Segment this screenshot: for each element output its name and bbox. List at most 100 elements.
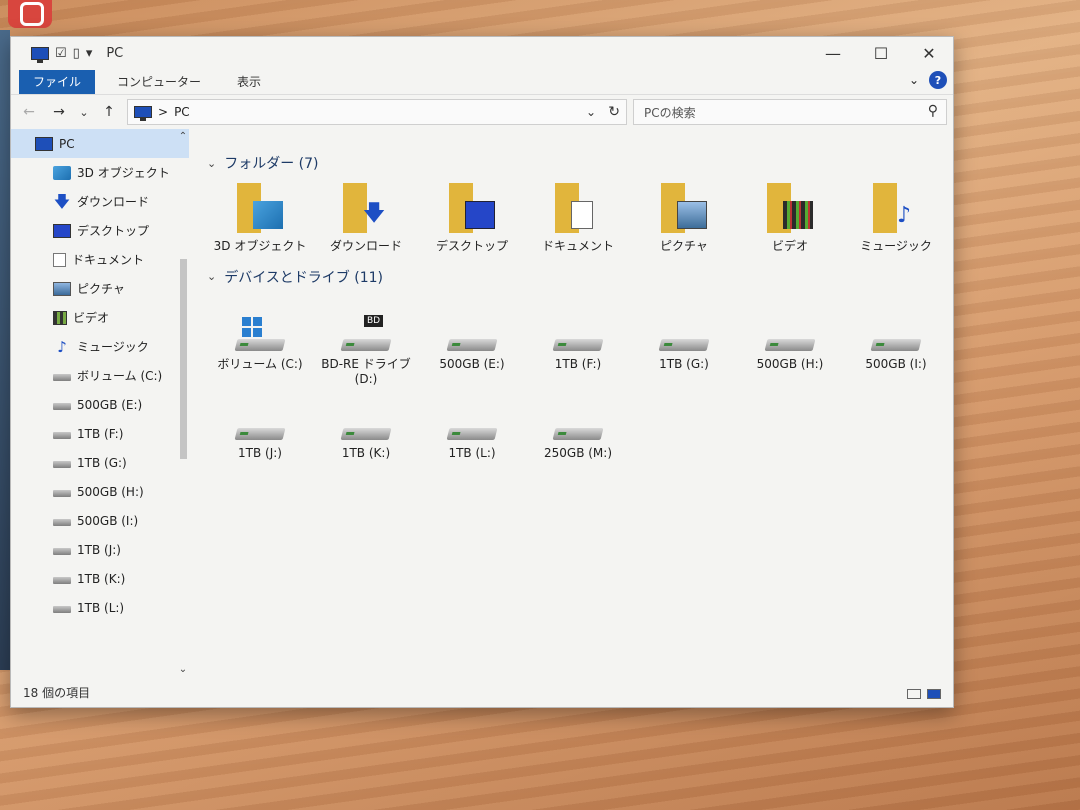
folder-downloads[interactable]: 🡇 ダウンロード xyxy=(313,183,419,255)
forward-button[interactable]: → xyxy=(47,100,71,124)
sidebar-item-label: 500GB (E:) xyxy=(77,397,143,412)
chevron-down-icon: ⌄ xyxy=(207,156,217,170)
drive-l[interactable]: 1TB (L:) xyxy=(419,404,525,462)
navigation-bar: ← → ⌄ ↑ > PC ⌄ ↻ PCの検索 ⚲ xyxy=(11,95,953,129)
tab-file[interactable]: ファイル xyxy=(19,69,96,94)
video-icon xyxy=(53,310,67,325)
drive-f[interactable]: 1TB (F:) xyxy=(525,315,631,388)
drive-icon xyxy=(53,461,71,468)
sidebar-item-drive-e[interactable]: 500GB (E:) xyxy=(11,390,189,419)
bd-drive-icon: BD xyxy=(340,314,392,355)
3d-objects-icon xyxy=(253,201,283,229)
new-folder-icon[interactable]: ▯ xyxy=(73,46,80,61)
sidebar-item-label: デスクトップ xyxy=(77,224,150,238)
drive-g[interactable]: 1TB (G:) xyxy=(631,315,737,388)
folders-group-header[interactable]: ⌄ フォルダー (7) xyxy=(207,149,953,177)
drive-label: 1TB (K:) xyxy=(341,445,391,460)
sidebar-item-label: ダウンロード xyxy=(77,195,150,209)
sidebar-item-drive-g[interactable]: 1TB (G:) xyxy=(11,448,189,477)
large-icons-view-icon[interactable] xyxy=(927,689,941,699)
address-bar[interactable]: > PC ⌄ ↻ xyxy=(127,99,627,125)
sidebar-item-pictures[interactable]: ピクチャ xyxy=(11,274,189,303)
breadcrumb-pc[interactable]: PC xyxy=(174,105,190,119)
folder-label: ビデオ xyxy=(771,239,808,253)
properties-icon[interactable]: ☑ xyxy=(55,46,67,61)
sidebar-item-drive-c[interactable]: ボリューム (C:) xyxy=(11,361,189,390)
drive-m[interactable]: 250GB (M:) xyxy=(525,404,631,462)
drive-icon xyxy=(53,577,71,584)
music-icon: ♪ xyxy=(57,337,67,356)
title-bar[interactable]: ☑ ▯ ▾ PC — ☐ ✕ xyxy=(11,37,953,69)
item-count: 18 個の項目 xyxy=(23,685,91,700)
drive-icon xyxy=(53,490,71,497)
drive-c[interactable]: ボリューム (C:) xyxy=(207,315,313,388)
drive-h[interactable]: 500GB (H:) xyxy=(737,315,843,388)
drive-label: ボリューム (C:) xyxy=(217,356,303,371)
expand-ribbon-icon[interactable]: ⌄ xyxy=(909,73,919,87)
folder-pictures[interactable]: ピクチャ xyxy=(631,183,737,255)
sidebar-item-label: ボリューム (C:) xyxy=(77,369,163,383)
drive-e[interactable]: 500GB (E:) xyxy=(419,315,525,388)
drive-d-bd[interactable]: BD BD-RE ドライブ (D:) xyxy=(313,314,419,388)
folder-3d-objects[interactable]: 3D オブジェクト xyxy=(207,183,313,255)
search-placeholder: PCの検索 xyxy=(644,105,696,120)
scroll-down-icon[interactable]: ⌄ xyxy=(177,664,189,675)
maximize-button[interactable]: ☐ xyxy=(857,37,905,69)
drives-group-header[interactable]: ⌄ デバイスとドライブ (11) xyxy=(207,263,953,291)
address-dropdown-icon[interactable]: ⌄ xyxy=(586,105,596,119)
drive-icon xyxy=(53,432,71,439)
drive-icon xyxy=(234,315,286,355)
sidebar-item-3d-objects[interactable]: 3D オブジェクト xyxy=(11,158,189,187)
folder-label: ミュージック xyxy=(860,239,932,253)
breadcrumb-separator[interactable]: > xyxy=(158,105,168,119)
sidebar-item-drive-j[interactable]: 1TB (J:) xyxy=(11,535,189,564)
search-icon[interactable]: ⚲ xyxy=(928,103,938,119)
drive-j[interactable]: 1TB (J:) xyxy=(207,404,313,462)
scroll-up-icon[interactable]: ⌃ xyxy=(177,131,189,142)
folder-videos[interactable]: ビデオ xyxy=(737,183,843,255)
sidebar-item-drive-i[interactable]: 500GB (I:) xyxy=(11,506,189,535)
minimize-button[interactable]: — xyxy=(809,37,857,69)
sidebar-scrollbar[interactable]: ⌃ ⌄ xyxy=(177,129,189,677)
drives-grid: ボリューム (C:) BD BD-RE ドライブ (D:) 500GB (E:)… xyxy=(207,314,953,462)
drive-label: 250GB (M:) xyxy=(543,445,612,460)
drive-k[interactable]: 1TB (K:) xyxy=(313,404,419,462)
sidebar-item-drive-h[interactable]: 500GB (H:) xyxy=(11,477,189,506)
tab-computer[interactable]: コンピューター xyxy=(103,70,215,94)
refresh-icon[interactable]: ↻ xyxy=(608,104,620,120)
sidebar-item-downloads[interactable]: 🡇 ダウンロード xyxy=(11,187,189,216)
details-view-icon[interactable] xyxy=(907,689,921,699)
sidebar-item-drive-l[interactable]: 1TB (L:) xyxy=(11,593,189,622)
drive-icon xyxy=(53,374,71,381)
search-input[interactable]: PCの検索 ⚲ xyxy=(633,99,947,125)
sidebar-item-label: ドキュメント xyxy=(72,253,145,267)
scroll-thumb[interactable] xyxy=(180,259,187,459)
drive-i[interactable]: 500GB (I:) xyxy=(843,315,949,388)
folder-documents[interactable]: ドキュメント xyxy=(525,183,631,255)
folder-label: ダウンロード xyxy=(329,239,402,253)
sidebar-item-drive-f[interactable]: 1TB (F:) xyxy=(11,419,189,448)
sidebar-item-desktop[interactable]: デスクトップ xyxy=(11,216,189,245)
folder-icon: ♪ xyxy=(873,183,919,233)
back-button[interactable]: ← xyxy=(17,100,41,124)
help-icon[interactable]: ? xyxy=(929,71,947,89)
tab-view[interactable]: 表示 xyxy=(223,70,275,94)
sidebar-item-label: 1TB (J:) xyxy=(77,542,121,557)
sidebar-item-drive-k[interactable]: 1TB (K:) xyxy=(11,564,189,593)
recent-locations-button[interactable]: ⌄ xyxy=(77,100,91,124)
pc-icon xyxy=(134,106,152,121)
folder-music[interactable]: ♪ ミュージック xyxy=(843,183,949,255)
sidebar-item-label: 1TB (L:) xyxy=(77,600,125,615)
sidebar-item-label: 1TB (G:) xyxy=(77,455,127,470)
desktop-app-icon[interactable] xyxy=(8,0,52,28)
status-bar: 18 個の項目 xyxy=(11,677,953,707)
sidebar-item-documents[interactable]: ドキュメント xyxy=(11,245,189,274)
close-button[interactable]: ✕ xyxy=(905,37,953,69)
chevron-down-icon: ⌄ xyxy=(207,270,217,284)
sidebar-item-videos[interactable]: ビデオ xyxy=(11,303,189,332)
chevron-down-icon[interactable]: ▾ xyxy=(86,46,93,61)
folder-desktop[interactable]: デスクトップ xyxy=(419,183,525,255)
sidebar-item-pc[interactable]: PC xyxy=(11,129,189,158)
sidebar-item-music[interactable]: ♪ ミュージック xyxy=(11,332,189,361)
up-button[interactable]: ↑ xyxy=(97,100,121,124)
